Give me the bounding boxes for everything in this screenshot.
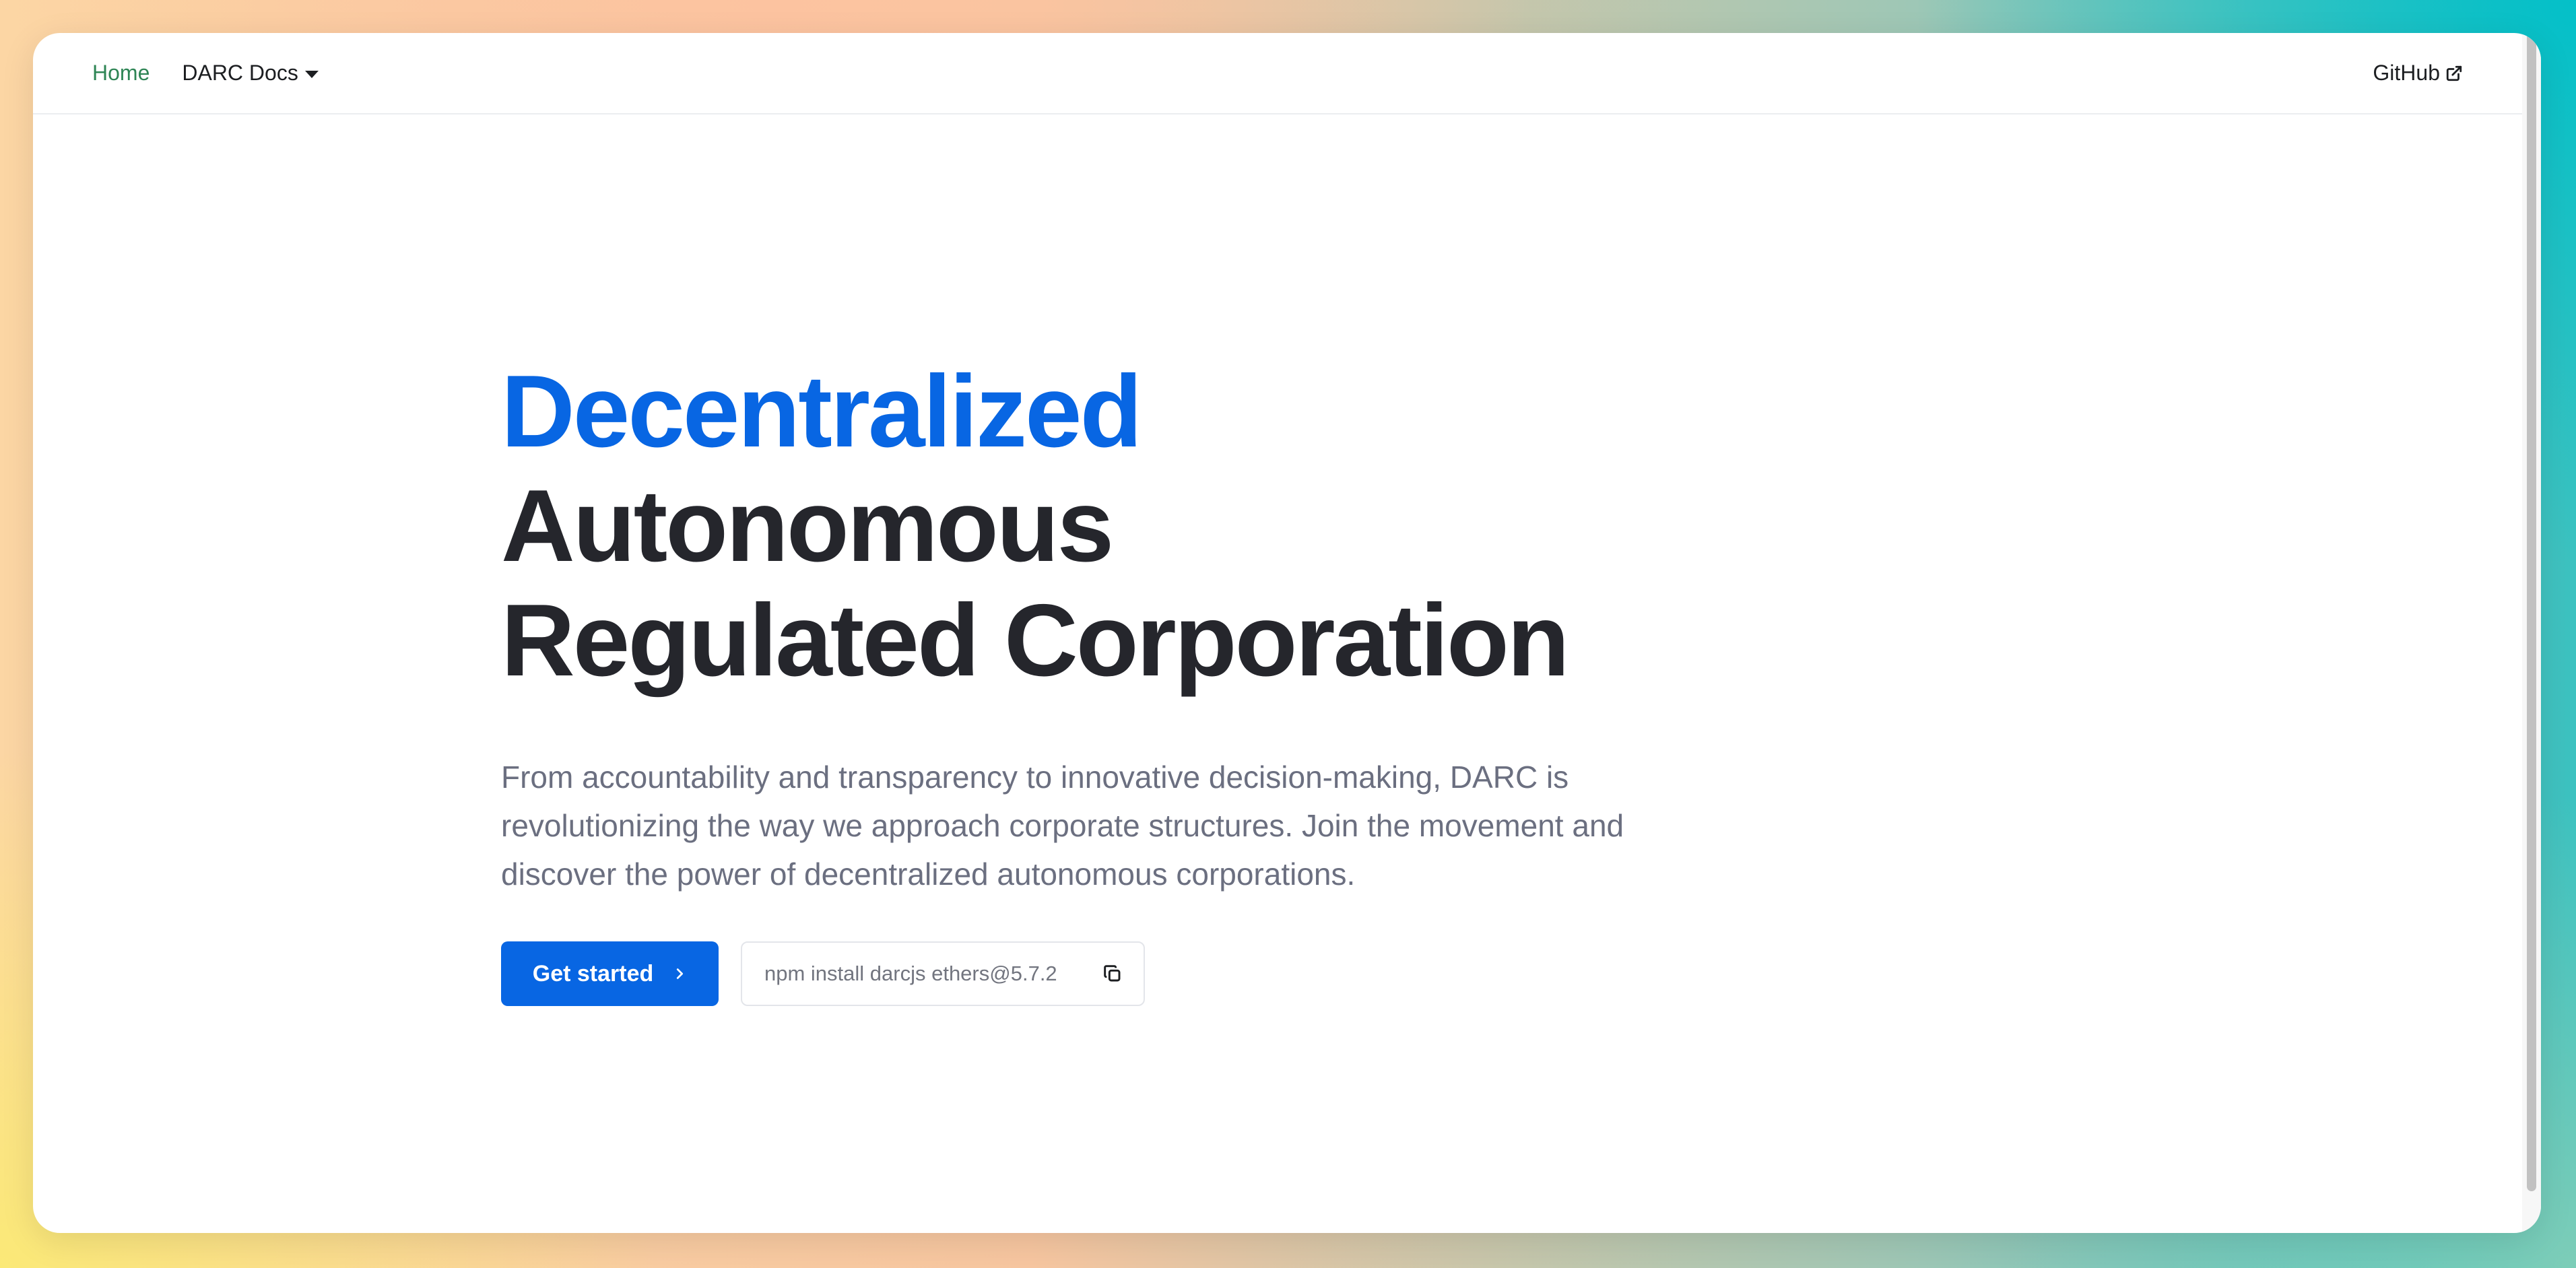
- external-link-icon: [2445, 65, 2463, 82]
- nav-home-link[interactable]: Home: [92, 61, 150, 86]
- get-started-label: Get started: [532, 960, 654, 987]
- install-command-box: npm install darcjs ethers@5.7.2: [741, 941, 1145, 1006]
- hero-title-line-3: Regulated Corporation: [501, 583, 1570, 698]
- copy-icon[interactable]: [1102, 963, 1123, 985]
- vertical-scrollbar[interactable]: [2522, 33, 2541, 1233]
- hero-title-line-2: Autonomous: [501, 469, 1114, 583]
- hero-section: Decentralized Autonomous Regulated Corpo…: [501, 354, 1659, 1006]
- nav-github-link[interactable]: GitHub: [2373, 61, 2463, 86]
- hero-title: Decentralized Autonomous Regulated Corpo…: [501, 354, 1659, 698]
- get-started-button[interactable]: Get started: [501, 941, 719, 1006]
- browser-window: Home DARC Docs GitHub Decentralized Auto…: [33, 33, 2541, 1233]
- scrollbar-thumb[interactable]: [2527, 33, 2536, 1191]
- hero-subtitle: From accountability and transparency to …: [501, 760, 1624, 892]
- nav-github-label: GitHub: [2373, 61, 2440, 85]
- caret-down-icon: [304, 71, 319, 78]
- navbar: Home DARC Docs GitHub: [33, 33, 2522, 114]
- nav-docs-label: DARC Docs: [182, 61, 298, 85]
- install-command-text[interactable]: npm install darcjs ethers@5.7.2: [764, 962, 1057, 986]
- hero-actions: Get started npm install darcjs ethers@5.…: [501, 941, 1659, 1006]
- nav-docs-dropdown[interactable]: DARC Docs: [182, 61, 319, 86]
- chevron-right-icon: [672, 966, 687, 981]
- hero-title-accent: Decentralized: [501, 354, 1142, 469]
